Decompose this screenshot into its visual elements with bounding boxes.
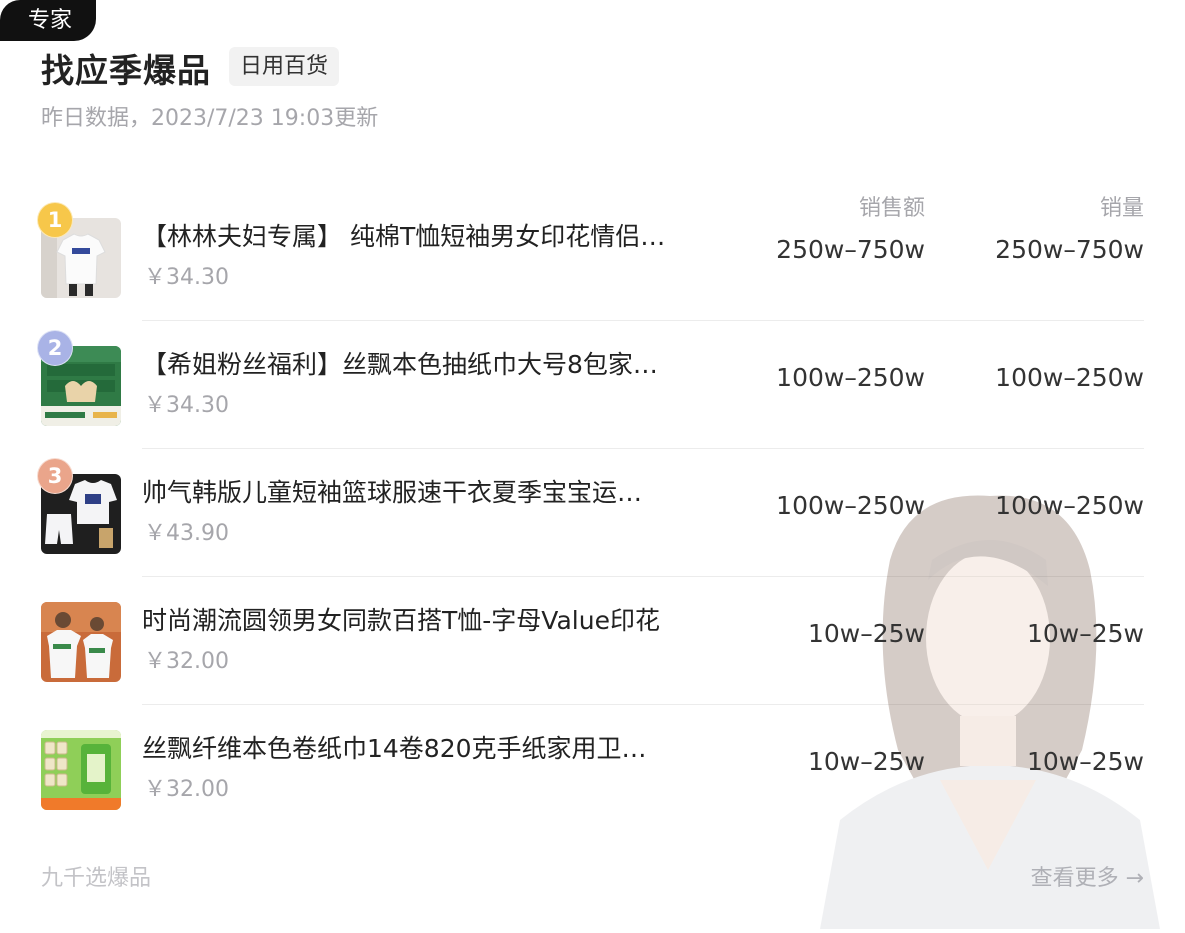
product-row[interactable]: 丝飘纤维本色卷纸巾14卷820克手纸家用卫生纸 ￥32.00 10w–25w 1… xyxy=(0,705,1185,833)
footer-source: 九千选爆品 xyxy=(41,866,152,891)
product-row[interactable]: 时尚潮流圆领男女同款百搭T恤-字母Value印花 ￥32.00 10w–25w … xyxy=(0,577,1185,705)
product-name[interactable]: 帅气韩版儿童短袖篮球服速干衣夏季宝宝运动套装 xyxy=(142,473,667,509)
sales-value: 10w–25w xyxy=(807,619,925,648)
sales-value: 100w–250w xyxy=(776,363,925,392)
volume-value: 100w–250w xyxy=(995,363,1144,392)
product-name[interactable]: 【希姐粉丝福利】丝飘本色抽纸巾大号8包家用实惠装 xyxy=(142,345,667,381)
volume-value: 250w–750w xyxy=(995,235,1144,264)
rank-badge: 2 xyxy=(37,330,73,366)
couple-tshirt-icon xyxy=(41,602,121,682)
product-price: ￥32.00 xyxy=(144,777,229,802)
volume-value: 10w–25w xyxy=(1026,747,1144,776)
volume-value: 10w–25w xyxy=(1026,619,1144,648)
sales-value: 100w–250w xyxy=(776,491,925,520)
expert-badge: 专家 xyxy=(0,0,96,41)
sales-value: 250w–750w xyxy=(776,235,925,264)
page-title: 找应季爆品 xyxy=(41,51,211,90)
product-row[interactable]: 3 帅气韩版儿童短袖篮球服速干衣夏季宝宝运动套装 ￥43.90 100w–250… xyxy=(0,449,1185,577)
product-price: ￥43.90 xyxy=(144,521,229,546)
update-timestamp: 昨日数据，2023/7/23 19:03更新 xyxy=(41,106,379,131)
volume-value: 100w–250w xyxy=(995,491,1144,520)
view-more-link[interactable]: 查看更多 → xyxy=(1031,860,1144,892)
sales-value: 10w–25w xyxy=(807,747,925,776)
product-name[interactable]: 【林林夫妇专属】 纯棉T恤短袖男女印花情侣宽松半袖上衣 xyxy=(142,217,667,253)
product-price: ￥34.30 xyxy=(144,393,229,418)
rank-badge: 1 xyxy=(37,202,73,238)
product-price: ￥32.00 xyxy=(144,649,229,674)
product-row[interactable]: 1 【林林夫妇专属】 纯棉T恤短袖男女印花情侣宽松半袖上衣 ￥34.30 250… xyxy=(0,193,1185,321)
product-row[interactable]: 2 【希姐粉丝福利】丝飘本色抽纸巾大号8包家用实惠装 ￥34.30 100w–2… xyxy=(0,321,1185,449)
toilet-paper-icon xyxy=(41,730,121,810)
product-price: ￥34.30 xyxy=(144,265,229,290)
product-name[interactable]: 丝飘纤维本色卷纸巾14卷820克手纸家用卫生纸 xyxy=(142,729,667,765)
product-name[interactable]: 时尚潮流圆领男女同款百搭T恤-字母Value印花 xyxy=(142,601,667,637)
rank-badge: 3 xyxy=(37,458,73,494)
category-tag[interactable]: 日用百货 xyxy=(229,47,340,86)
